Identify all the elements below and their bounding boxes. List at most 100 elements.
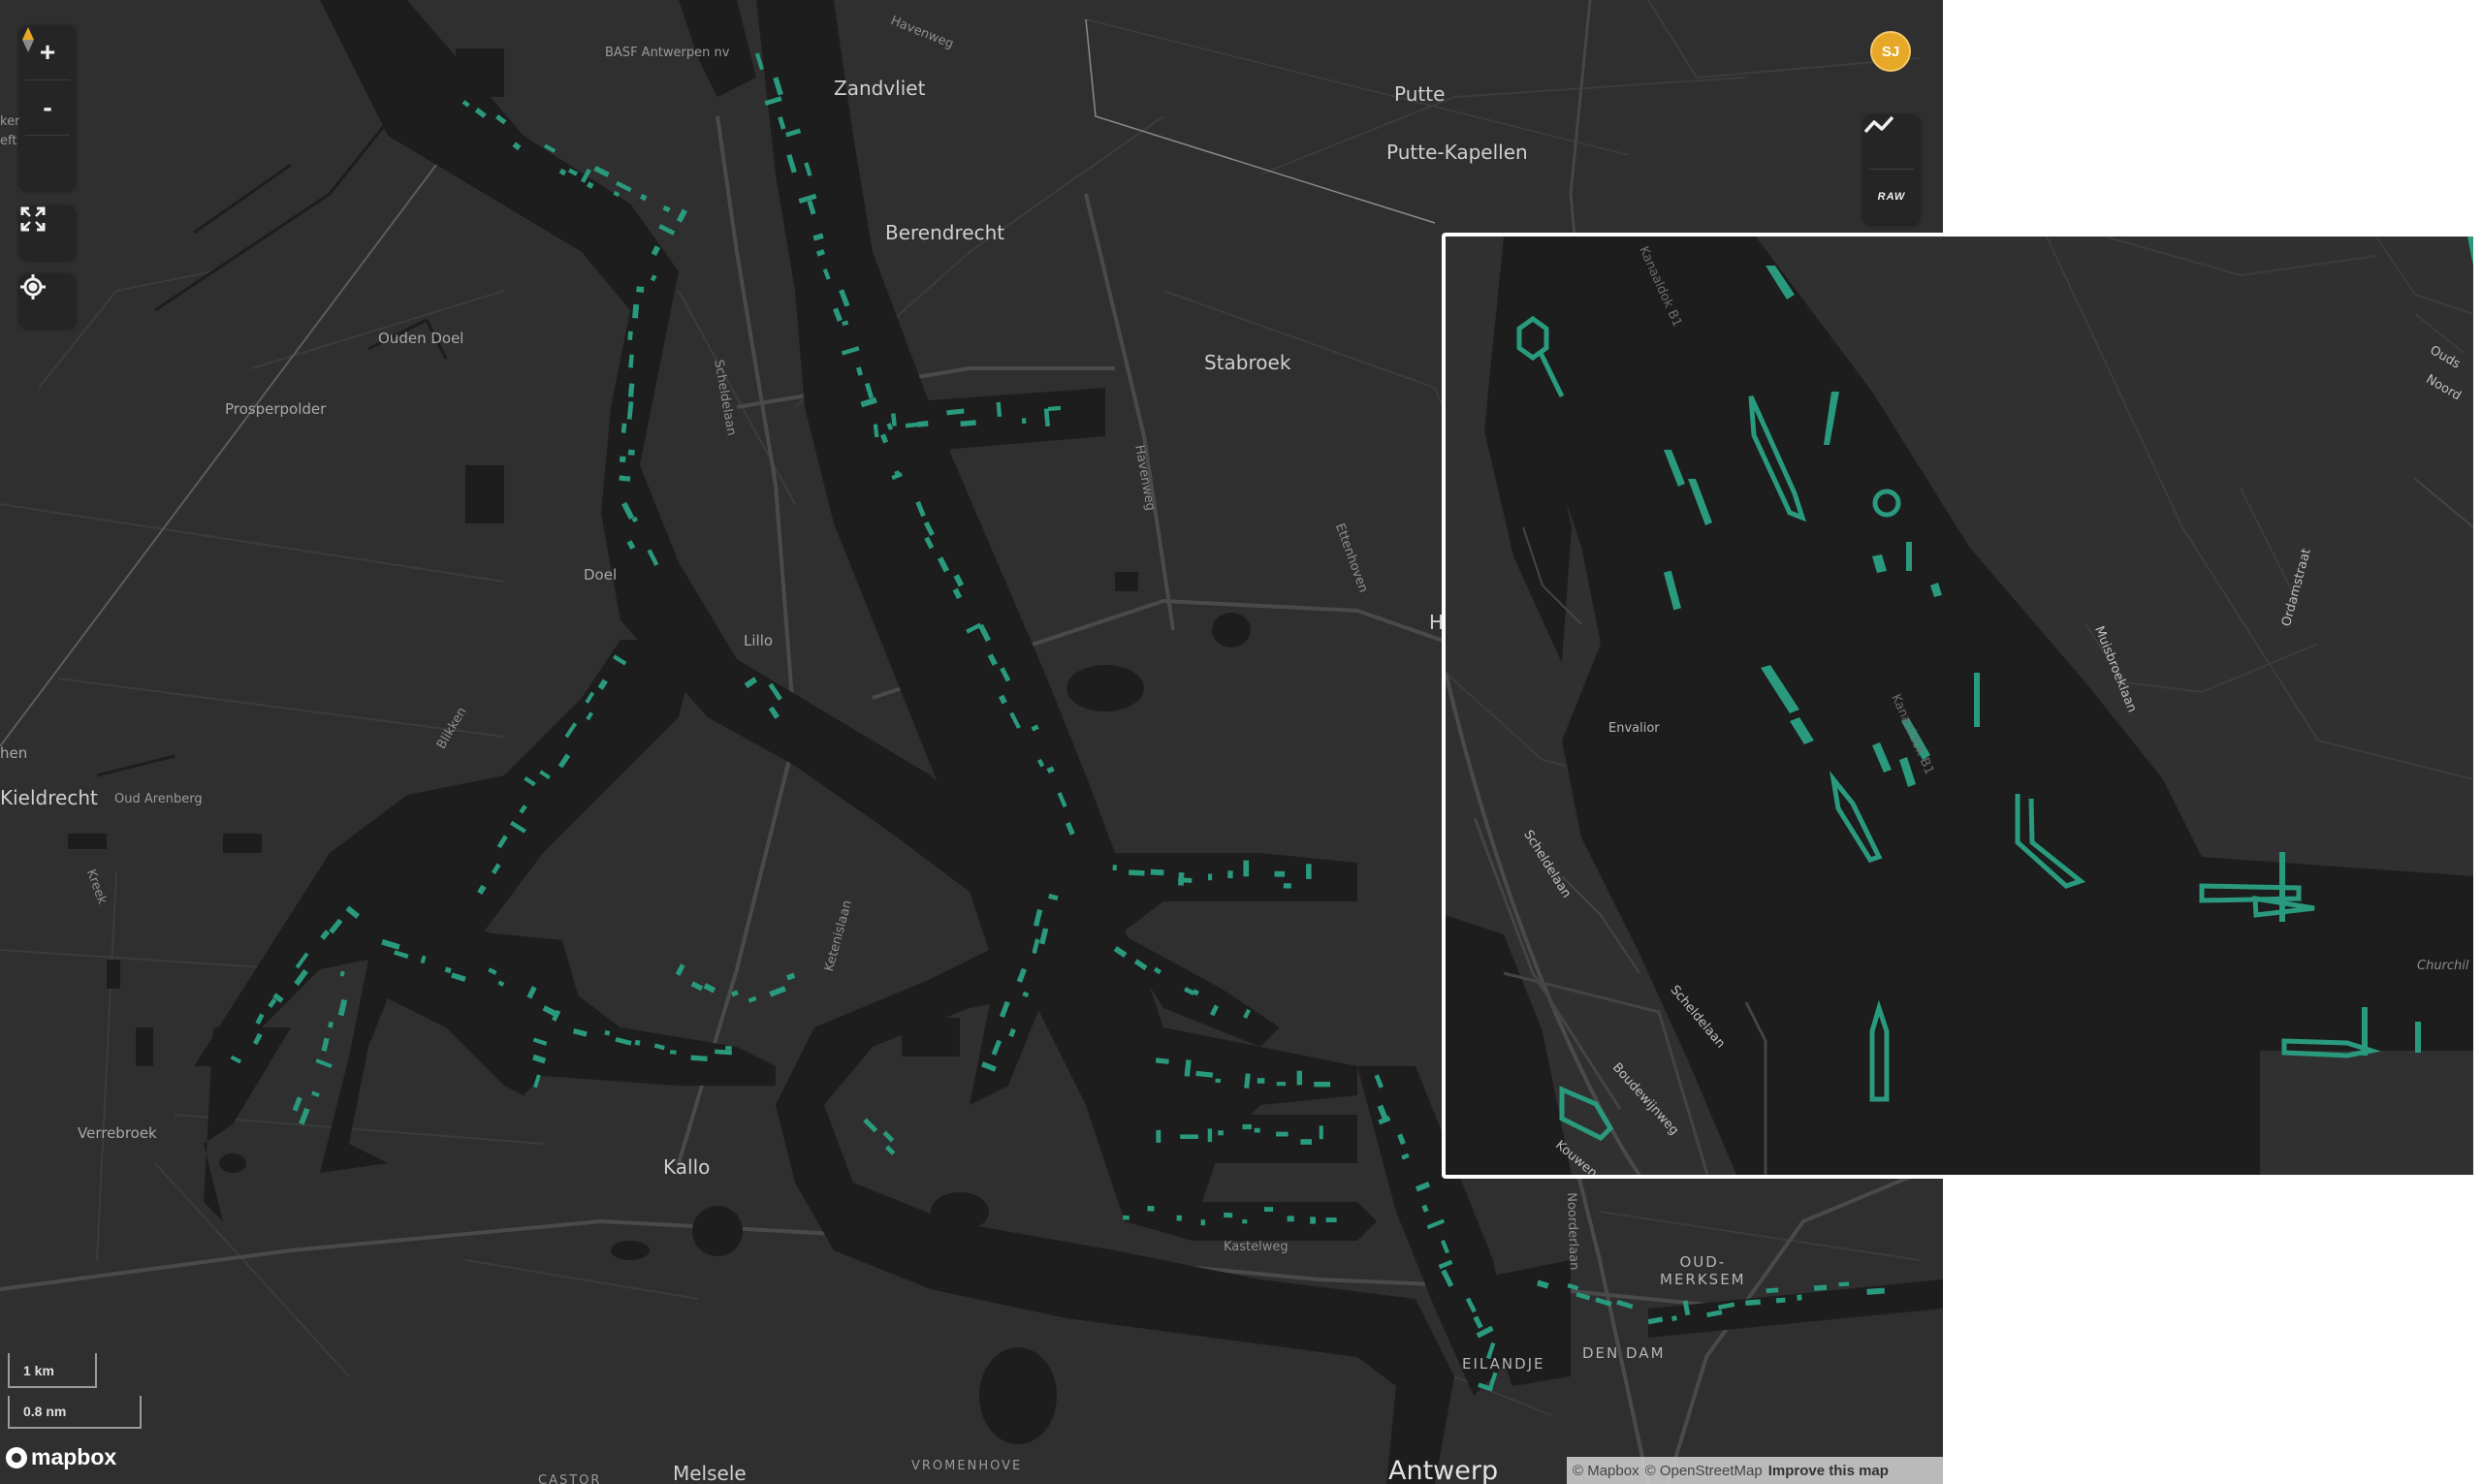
vessel-marker[interactable]: [658, 224, 676, 236]
vessel-marker[interactable]: [1112, 865, 1117, 871]
label-zandvliet: Zandvliet: [834, 77, 926, 100]
vessel-marker[interactable]: [1310, 1216, 1316, 1224]
vessel-marker[interactable]: [1745, 1299, 1761, 1307]
label-putte-kapellen: Putte-Kapellen: [1386, 141, 1528, 164]
vessel-marker[interactable]: [1306, 864, 1312, 879]
vessel-marker[interactable]: [1178, 877, 1193, 883]
vessel-marker[interactable]: [1838, 1281, 1850, 1287]
vessel-marker[interactable]: [299, 1107, 310, 1125]
attribution-bar: © Mapbox © OpenStreetMap Improve this ma…: [1567, 1457, 1943, 1484]
vessel-marker[interactable]: [1215, 1078, 1222, 1084]
locate-control: [19, 273, 76, 328]
vessel-marker[interactable]: [1156, 1129, 1161, 1143]
vessel-marker[interactable]: [1176, 1215, 1182, 1221]
view-mode-control: RAW: [1863, 114, 1920, 224]
vessel-marker[interactable]: [863, 1118, 878, 1133]
vessel-marker[interactable]: [676, 208, 687, 223]
vessel-marker[interactable]: [627, 449, 635, 456]
vessel-marker[interactable]: [1123, 1215, 1130, 1220]
vessel-marker[interactable]: [1129, 869, 1145, 876]
vessel-marker[interactable]: [1242, 1123, 1252, 1130]
vessel-marker[interactable]: [917, 421, 929, 427]
vessel-marker[interactable]: [1314, 1082, 1331, 1088]
vessel-marker[interactable]: [1797, 1294, 1802, 1301]
vessel-marker[interactable]: [1207, 1128, 1213, 1143]
zoom-out-button[interactable]: -: [19, 80, 76, 135]
vessel-marker[interactable]: [636, 286, 645, 293]
vessel-marker[interactable]: [884, 1145, 896, 1155]
vessel-marker[interactable]: [662, 205, 671, 213]
vessel-marker[interactable]: [1264, 1207, 1273, 1212]
vessel-marker[interactable]: [1287, 1216, 1294, 1222]
fullscreen-icon: [20, 206, 46, 232]
vessel-marker[interactable]: [1147, 1205, 1155, 1212]
vessel-marker[interactable]: [1319, 1125, 1323, 1140]
attribution-mapbox-link[interactable]: © Mapbox: [1573, 1463, 1639, 1479]
vessel-marker[interactable]: [669, 1050, 677, 1055]
vessel-marker[interactable]: [769, 986, 786, 997]
vessel-marker[interactable]: [1616, 1299, 1634, 1310]
vessel-marker[interactable]: [1257, 1078, 1265, 1084]
label-putte: Putte: [1394, 82, 1446, 106]
vessel-marker[interactable]: [725, 1045, 732, 1051]
vessel-marker[interactable]: [1227, 870, 1233, 879]
vessel-marker[interactable]: [1766, 1287, 1779, 1294]
scale-metric: 1 km: [8, 1353, 97, 1388]
vessel-marker[interactable]: [1296, 1070, 1302, 1086]
vessel-marker[interactable]: [1671, 1315, 1677, 1322]
trend-chart-button[interactable]: [1863, 114, 1920, 169]
vessel-marker[interactable]: [1180, 1134, 1198, 1139]
vessel-marker[interactable]: [1775, 1297, 1786, 1304]
vessel-marker[interactable]: [1242, 1219, 1248, 1224]
vessel-marker[interactable]: [1224, 1212, 1233, 1218]
vessel-marker[interactable]: [1276, 1131, 1289, 1137]
vessel-marker[interactable]: [1218, 1130, 1224, 1136]
user-avatar[interactable]: SJ: [1870, 31, 1911, 72]
vessel-marker[interactable]: [311, 1090, 320, 1098]
vessel-marker[interactable]: [703, 983, 716, 994]
label-antwerp: Antwerp: [1388, 1456, 1499, 1484]
fullscreen-button[interactable]: [19, 205, 76, 260]
compass-button[interactable]: [19, 27, 76, 190]
inset-quay-block: [2260, 1051, 2473, 1175]
raw-button[interactable]: RAW: [1863, 170, 1920, 224]
vessel-marker[interactable]: [328, 1021, 334, 1028]
vessel-marker[interactable]: [1325, 1217, 1337, 1222]
vessel-marker[interactable]: [1866, 1287, 1885, 1295]
label-stabroek: Stabroek: [1204, 351, 1291, 374]
vessel-marker[interactable]: [690, 981, 704, 992]
vessel-marker[interactable]: [1276, 1082, 1287, 1087]
vessel-marker[interactable]: [1208, 873, 1213, 881]
vessel-marker[interactable]: [337, 998, 348, 1017]
vessel-marker[interactable]: [1300, 1139, 1312, 1145]
vessel-marker[interactable]: [1813, 1284, 1828, 1291]
attribution-osm-link[interactable]: © OpenStreetMap: [1645, 1463, 1763, 1479]
inset-label-envalior: Envalior: [1608, 721, 1660, 736]
vessel-marker[interactable]: [593, 165, 610, 177]
label-verrebroek: Verrebroek: [78, 1124, 157, 1142]
vessel-marker[interactable]: [315, 1058, 333, 1069]
label-melsele: Melsele: [673, 1462, 747, 1484]
vessel-marker[interactable]: [627, 331, 633, 340]
improve-map-link[interactable]: Improve this map: [1768, 1463, 1889, 1479]
vessel-marker[interactable]: [1243, 860, 1250, 877]
vessel-marker[interactable]: [785, 972, 796, 981]
vessel-marker[interactable]: [748, 995, 757, 1003]
vessel-marker[interactable]: [1283, 883, 1291, 889]
locate-button[interactable]: [19, 273, 76, 328]
vessel-marker[interactable]: [639, 193, 648, 202]
vessel-marker[interactable]: [675, 963, 685, 976]
vessel-marker[interactable]: [882, 1130, 895, 1143]
vessel-marker[interactable]: [292, 1096, 302, 1112]
vessel-marker[interactable]: [1254, 1127, 1260, 1133]
vessel-marker[interactable]: [321, 1037, 330, 1052]
vessel-marker[interactable]: [619, 456, 626, 463]
vessel-marker[interactable]: [339, 970, 345, 977]
mapbox-logo[interactable]: mapbox: [6, 1444, 116, 1470]
vessel-marker[interactable]: [615, 180, 632, 193]
vessel-marker[interactable]: [1200, 1219, 1206, 1226]
vessel-marker[interactable]: [1274, 870, 1286, 877]
vessel-marker[interactable]: [1150, 868, 1164, 876]
vessel-marker[interactable]: [1021, 418, 1027, 425]
vessel-marker[interactable]: [632, 303, 640, 319]
